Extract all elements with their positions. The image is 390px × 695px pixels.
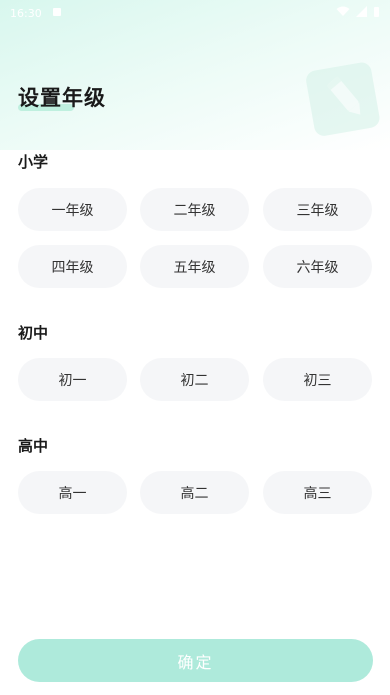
- grade-button[interactable]: 四年级: [18, 245, 127, 288]
- grade-button[interactable]: 高三: [263, 471, 372, 514]
- grade-button[interactable]: 三年级: [263, 188, 372, 231]
- status-time: 16:30: [10, 6, 42, 20]
- section-title-senior: 高中: [18, 437, 49, 455]
- grade-button[interactable]: 初二: [140, 358, 249, 401]
- page-title: 设置年级: [18, 86, 106, 110]
- grade-button[interactable]: 高二: [140, 471, 249, 514]
- wifi-icon: [336, 6, 350, 20]
- notification-icon: [52, 7, 62, 20]
- signal-icon: [356, 6, 367, 20]
- section-title-junior: 初中: [18, 324, 49, 342]
- grade-button[interactable]: 初三: [263, 358, 372, 401]
- section-title-primary: 小学: [18, 153, 49, 171]
- grade-button[interactable]: 高一: [18, 471, 127, 514]
- grade-button[interactable]: 一年级: [18, 188, 127, 231]
- grade-button[interactable]: 二年级: [140, 188, 249, 231]
- grade-button[interactable]: 六年级: [263, 245, 372, 288]
- grade-button[interactable]: 五年级: [140, 245, 249, 288]
- confirm-button[interactable]: 确定: [18, 639, 373, 682]
- status-bar: 16:30: [0, 0, 390, 26]
- pencil-card-icon: [306, 62, 380, 136]
- battery-icon: [373, 6, 380, 21]
- grade-button[interactable]: 初一: [18, 358, 127, 401]
